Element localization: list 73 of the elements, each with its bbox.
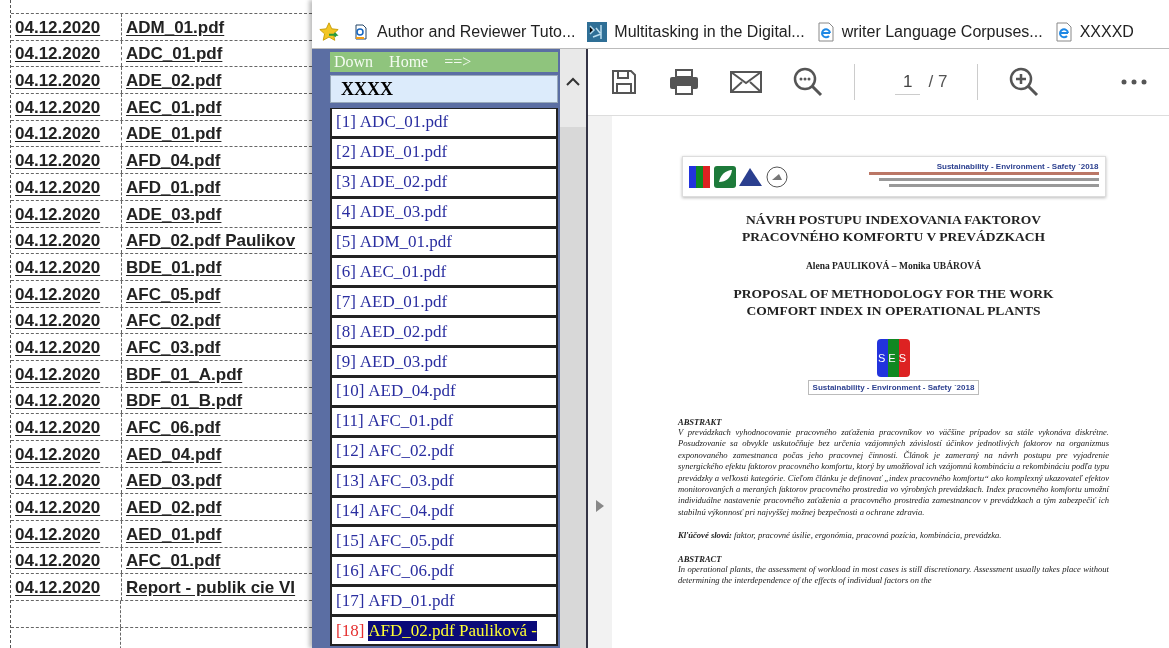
date-cell-text: 04.12.2020 xyxy=(14,204,102,226)
web-page-icon xyxy=(1054,22,1073,42)
frame-heading: XXXX xyxy=(330,75,558,103)
date-cell-text: 04.12.2020 xyxy=(14,17,102,39)
file-list-item[interactable]: [13] AFC_03.pdf xyxy=(330,466,558,497)
zoom-in-icon[interactable] xyxy=(1008,66,1041,98)
bookmark-link[interactable]: Multitasking in the Digital... xyxy=(587,22,805,42)
file-list-item[interactable]: [12] AFC_02.pdf xyxy=(330,436,558,467)
abstract-heading: ABSTRACT xyxy=(678,553,723,564)
document-icon xyxy=(352,23,370,41)
file-list-item[interactable]: [1] ADC_01.pdf xyxy=(330,108,558,138)
date-cell-text: 04.12.2020 xyxy=(14,231,102,253)
date-cell-text: 04.12.2020 xyxy=(14,151,102,173)
file-list-item[interactable]: [5] ADM_01.pdf xyxy=(330,227,558,258)
page-count: / 7 xyxy=(928,72,948,92)
print-icon[interactable] xyxy=(668,68,700,96)
search-icon[interactable] xyxy=(792,66,824,98)
date-cell-text: 04.12.2020 xyxy=(14,337,102,359)
date-cell-text: 04.12.2020 xyxy=(14,578,102,600)
file-list-item[interactable]: [18] AFD_02.pdf Pauliková - xyxy=(330,616,558,647)
file-list-item[interactable]: [4] ADE_03.pdf xyxy=(330,197,558,228)
bookmark-link[interactable]: writer Language Corpuses... xyxy=(816,22,1043,42)
date-cell-text: 04.12.2020 xyxy=(14,444,102,466)
file-list-item[interactable]: [9] AED_03.pdf xyxy=(330,347,558,377)
file-list-item[interactable]: [6] AEC_01.pdf xyxy=(330,257,558,288)
file-list-item[interactable]: [10] AED_04.pdf xyxy=(330,377,558,407)
date-cell-text: 04.12.2020 xyxy=(14,311,102,333)
file-list-item[interactable]: [3] ADE_02.pdf xyxy=(330,167,558,198)
bookmark-link[interactable]: Author and Reviewer Tuto... xyxy=(352,23,576,41)
date-cell-text: 04.12.2020 xyxy=(14,524,102,546)
web-page-icon xyxy=(816,22,835,42)
ses-logo: SES xyxy=(877,339,910,377)
file-list-item[interactable]: [7] AED_01.pdf xyxy=(330,287,558,318)
document-title: NÁVRH POSTUPU INDEXOVANIA FAKTOROV PRACOVNÉHO KOMFORTU V PREVÁDZKACH xyxy=(741,211,1046,245)
date-cell-text: 04.12.2020 xyxy=(14,124,102,146)
save-icon[interactable] xyxy=(610,68,638,96)
date-cell-text: 04.12.2020 xyxy=(14,97,102,119)
date-cell-text: 04.12.2020 xyxy=(14,177,102,199)
expand-icon[interactable] xyxy=(596,500,604,512)
file-list-item[interactable]: [16] AFC_06.pdf xyxy=(330,556,558,587)
date-cell-text: 04.12.2020 xyxy=(14,418,102,439)
banner-title: Sustainability - Environment - Safety ´2018 xyxy=(936,162,1099,171)
file-list-item[interactable]: [15] AFC_05.pdf xyxy=(330,526,558,557)
grid-tile-icon xyxy=(587,22,608,42)
file-list-item[interactable]: [17] AFD_01.pdf xyxy=(330,586,558,617)
file-list-item[interactable]: [2] ADE_01.pdf xyxy=(330,137,558,168)
file-list-item[interactable]: [14] AFC_04.pdf xyxy=(330,496,558,527)
file-cell: ADM_01.pdf xyxy=(121,14,312,40)
date-cell-text: 04.12.2020 xyxy=(14,551,102,573)
date-cell-text: 04.12.2020 xyxy=(14,284,102,306)
date-cell-text: 04.12.2020 xyxy=(14,257,102,279)
bookmark-link[interactable]: XXXXD xyxy=(1054,22,1134,42)
date-cell-text: 04.12.2020 xyxy=(14,498,102,520)
file-list-item[interactable]: [11] AFC_01.pdf xyxy=(330,406,558,437)
logo-caption: Sustainability - Environment - Safety ´2018 xyxy=(807,380,980,395)
date-cell-text: 04.12.2020 xyxy=(14,471,102,493)
abstract-paragraph: In operational plants, the assessment of workload in most cases is still discretionary. Assessment usually takes place without determining the interdependence of the effects of individual factors on the xyxy=(678,563,1109,587)
date-cell-text: 04.12.2020 xyxy=(14,44,102,66)
date-cell-text: 04.12.2020 xyxy=(14,364,102,386)
abstract-paragraph: V prevádzkach vyhodnocovanie pracovného zaťaženia pracovníkov vo väčšine prípadov sa stále vykonáva diskrétne. Posudzovanie sa obvykle uskutočňuje bez určenia vzájomných závislostí účinkov jednotlivých faktorov na organizmus exponovaného zamestnanca počas jeho pracovnej činnosti. Článok je zameraný na návrh postupu pre vyjadrenie synergického efektu faktorov pracovného komfortu, ktorý by umožňoval ich vzájomnú kombináciu a rekombináciu podľa typu prevádzky a veľkosti kategórie. Cieľom článku je definovať „index pracovného komfortu“ ako komplexný ukazovateľ efektov monitorovaných a meraných faktorov pracovného prostredia vo výrobných prevádzkach. Index pracovného komfortu umožní individuálne nastavenie pracovného zaťaženia a pracovného prostredia zamestnancov v prevádzkach a tým zabezpečiť ich stabilnú výkonnosť pri najvyššej možnej bezpečnosti a ochrane zdravia. xyxy=(678,427,1109,519)
scroll-up-icon[interactable] xyxy=(566,77,580,87)
date-cell-text: 04.12.2020 xyxy=(14,71,102,93)
date-cell-text: 04.12.2020 xyxy=(14,391,102,413)
favorites-star-icon[interactable] xyxy=(318,21,340,43)
file-list-item[interactable]: [8] AED_02.pdf xyxy=(330,317,558,348)
page-number-field[interactable]: 1 xyxy=(895,69,921,95)
abstract-heading: ABSTRAKT xyxy=(678,417,723,427)
scrollbar[interactable] xyxy=(560,49,586,648)
authors: Alena PAULIKOVÁ – Monika UBÁROVÁ xyxy=(805,261,982,271)
keywords: Kľúčové slová: faktor, pracovné úsilie, ergonómia, pracovná pozícia, kombinácia, prevádzka. xyxy=(678,530,1003,542)
mail-icon[interactable] xyxy=(730,70,762,94)
english-title: PROPOSAL OF METHODOLOGY FOR THE WORK COMFORT INDEX IN OPERATIONAL PLANTS xyxy=(733,285,1054,319)
more-icon[interactable] xyxy=(1121,79,1147,85)
